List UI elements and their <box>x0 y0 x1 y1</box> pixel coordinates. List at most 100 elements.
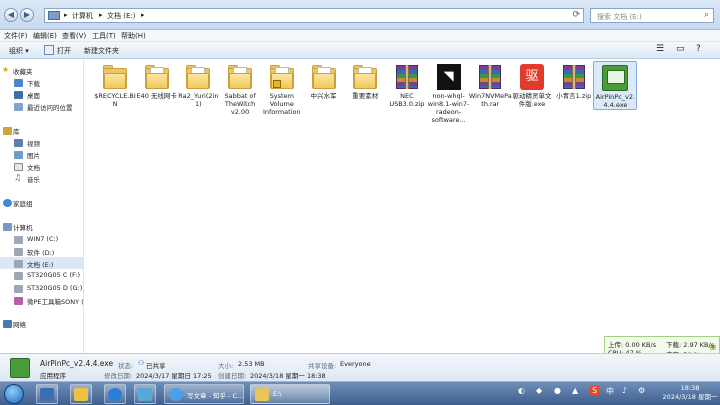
forward-button[interactable]: ▶ <box>20 8 34 22</box>
view-options-icon[interactable]: ☰ <box>656 44 664 54</box>
address-bar[interactable]: ▸ 计算机 ▸ 文档 (E:) ▸ ⟳ <box>44 8 584 23</box>
taskbar-pinned-app[interactable] <box>70 384 92 404</box>
file-item[interactable]: Win7NVMePath.rar <box>468 61 512 108</box>
file-name: NEC USB3.0.zip <box>389 92 425 108</box>
back-button[interactable]: ◀ <box>4 8 18 22</box>
archive-icon <box>559 64 589 90</box>
search-icon[interactable]: ⌕ <box>704 10 709 20</box>
sidebar-item-drive-g[interactable]: ST320G05 D (G:) <box>27 284 82 292</box>
sidebar-libraries-title[interactable]: 库 <box>13 126 20 136</box>
sidebar-item-drive-e[interactable]: 文档 (E:) <box>27 259 53 269</box>
taskbar-item-browser[interactable]: 写文章 - 知乎 - C... <box>164 384 244 404</box>
file-item[interactable]: 中兴水军 <box>302 61 346 100</box>
sidebar-item-music[interactable]: 音乐 <box>27 174 40 184</box>
details-filetype: 应用程序 <box>40 372 66 380</box>
settings-icon[interactable]: ⚙ <box>638 386 645 395</box>
folder-icon <box>350 64 380 90</box>
refresh-icon[interactable]: ⟳ <box>572 10 580 20</box>
new-folder-button[interactable]: 新建文件夹 <box>84 46 119 56</box>
music-icon: ♫ <box>14 173 22 182</box>
folder-icon <box>225 64 255 90</box>
drive-icon <box>14 248 23 256</box>
created-label: 创建日期: <box>218 372 247 380</box>
preview-pane-icon[interactable]: ▭ <box>676 44 685 54</box>
search-input[interactable]: 搜索 文档 (E:) <box>597 12 642 22</box>
ime-icon[interactable]: S <box>590 386 600 395</box>
ime-chinese-indicator[interactable]: 中 <box>606 386 614 397</box>
file-item[interactable]: NEC USB3.0.zip <box>385 61 429 108</box>
file-item[interactable]: System Volume Information <box>260 61 304 116</box>
menu-help[interactable]: 帮助(H) <box>121 31 146 41</box>
file-item[interactable]: $RECYCLE.BIN <box>93 61 137 108</box>
command-bar: 组织 ▾ 打开 新建文件夹 ☰ ▭ ? <box>0 42 720 59</box>
sidebar-item-pe-toolbox[interactable]: 微PE工具箱SONY ( <box>27 296 83 306</box>
sidebar-item-desktop[interactable]: 桌面 <box>27 90 40 100</box>
system-clock[interactable]: 18:38 2024/3/18 星期一 <box>662 384 718 402</box>
archive-icon <box>475 64 505 90</box>
file-item[interactable]: 驱驱动精灵单文件版.exe <box>510 61 554 108</box>
tray-icon[interactable]: ▲ <box>572 386 578 395</box>
file-name: Win7NVMePath.rar <box>468 92 512 108</box>
star-icon: ★ <box>2 65 10 74</box>
file-name: 重要素材 <box>352 92 379 100</box>
sound-icon[interactable]: ♪ <box>622 386 627 395</box>
taskbar-pinned-app[interactable] <box>36 384 58 404</box>
menu-bar: 文件(F) 编辑(E) 查看(V) 工具(T) 帮助(H) <box>0 30 720 42</box>
tray-icon[interactable]: ◆ <box>536 386 542 395</box>
sidebar-item-downloads[interactable]: 下载 <box>27 78 40 88</box>
sidebar-item-drive-f[interactable]: ST320G05 C (F:) <box>27 271 80 279</box>
file-item[interactable]: E40 无线网卡 <box>135 61 179 100</box>
breadcrumb-drive-e[interactable]: 文档 (E:) <box>107 11 135 21</box>
details-status: 已共享 <box>146 362 166 370</box>
taskbar-item-explorer[interactable]: E:\ <box>250 384 330 404</box>
browser-icon <box>169 388 183 401</box>
sidebar-item-documents[interactable]: 文档 <box>27 162 40 172</box>
menu-file[interactable]: 文件(F) <box>4 31 28 41</box>
file-name: Ra2_Yuri(2in1) <box>178 92 219 108</box>
clock-time: 18:38 <box>680 384 700 392</box>
open-button[interactable]: 打开 <box>57 46 71 56</box>
sidebar-favorites-title[interactable]: 收藏夹 <box>13 66 33 76</box>
menu-edit[interactable]: 编辑(E) <box>33 31 57 41</box>
library-icon <box>3 127 12 135</box>
crumb-separator: ▸ <box>141 11 145 19</box>
sidebar-item-drive-c[interactable]: WIN7 (C:) <box>27 235 58 243</box>
desktop-icon <box>14 91 23 99</box>
sidebar-network[interactable]: 网络 <box>13 319 26 329</box>
file-item[interactable]: 重要素材 <box>343 61 387 100</box>
search-box[interactable]: 搜索 文档 (E:) ⌕ <box>590 8 714 23</box>
menu-view[interactable]: 查看(V) <box>62 31 86 41</box>
sidebar-item-pictures[interactable]: 图片 <box>27 150 40 160</box>
tray-icon[interactable]: ◐ <box>518 386 525 395</box>
crumb-separator: ▸ <box>99 11 103 19</box>
sidebar-item-drive-d[interactable]: 软件 (D:) <box>27 247 54 257</box>
help-icon[interactable]: ? <box>696 44 701 54</box>
sidebar-homegroup[interactable]: 家庭组 <box>13 198 33 208</box>
taskbar-pinned-app[interactable] <box>104 384 126 404</box>
shared-icon: ⚇ <box>138 359 145 367</box>
taskbar-pinned-app[interactable] <box>134 384 156 404</box>
file-item[interactable]: ◥ non-whql-win8.1-win7-radeon-software... <box>427 61 471 124</box>
locked-folder-icon <box>267 64 297 90</box>
sidebar-computer-title[interactable]: 计算机 <box>13 222 33 232</box>
open-icon <box>44 45 54 55</box>
file-item[interactable]: Ra2_Yuri(2in1) <box>176 61 220 108</box>
sidebar-item-recent[interactable]: 最近访问的位置 <box>27 102 73 112</box>
computer-icon <box>48 11 60 20</box>
drive-icon <box>14 236 23 244</box>
file-item[interactable]: 小青言1.zip <box>552 61 596 100</box>
file-item[interactable]: AirPinPc_v2.4.4.exe <box>593 61 638 110</box>
organize-button[interactable]: 组织 ▾ <box>9 46 29 56</box>
folder-icon <box>309 64 339 90</box>
details-filename: AirPinPc_v2.4.4.exe <box>40 359 114 368</box>
menu-tools[interactable]: 工具(T) <box>92 31 116 41</box>
folder-icon <box>142 64 172 90</box>
start-button[interactable] <box>4 384 24 404</box>
file-item[interactable]: Sabbat of TheWitch v2.00 <box>218 61 262 116</box>
archive-icon <box>392 64 422 90</box>
sidebar-item-videos[interactable]: 视频 <box>27 138 40 148</box>
tray-icon[interactable]: ● <box>554 386 561 395</box>
recent-places-icon <box>14 103 23 111</box>
videos-icon <box>14 139 23 147</box>
breadcrumb-computer[interactable]: 计算机 <box>72 11 93 21</box>
